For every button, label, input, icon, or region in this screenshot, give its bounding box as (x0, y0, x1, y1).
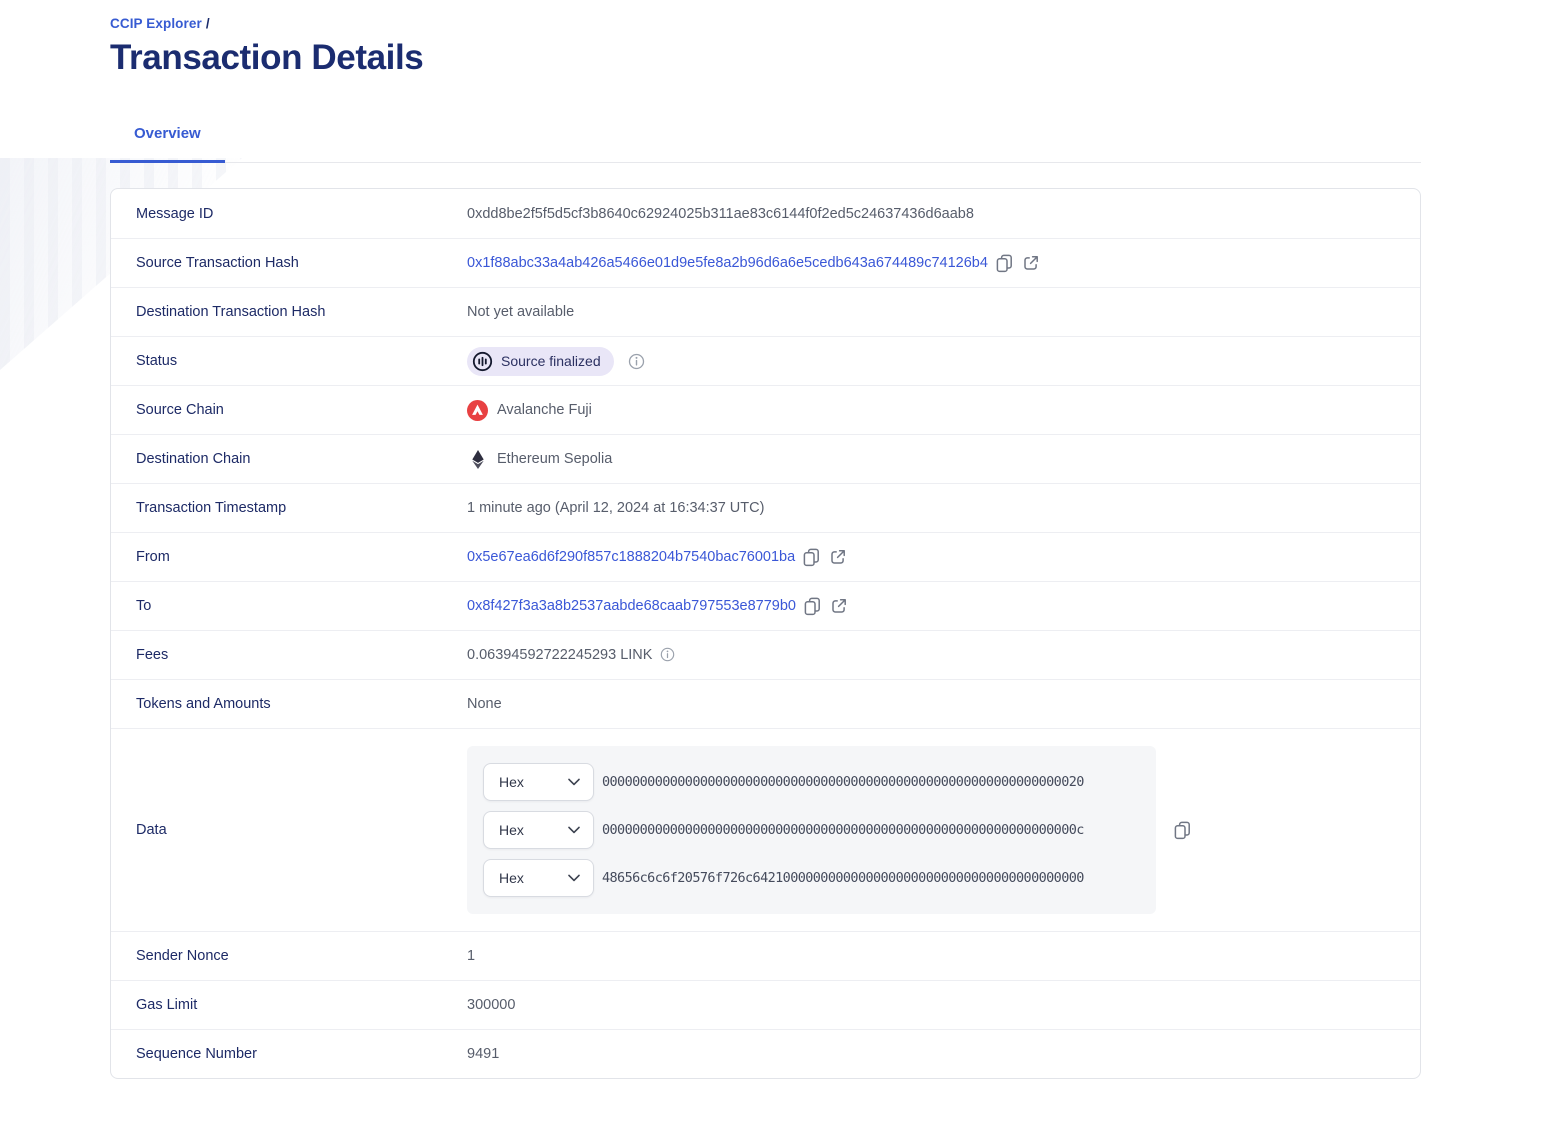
copy-icon[interactable] (1174, 821, 1191, 840)
row-sequence-number: Sequence Number 9491 (111, 1029, 1420, 1078)
fees-value: 0.06394592722245293 LINK (467, 647, 653, 663)
row-label: Sequence Number (136, 1046, 257, 1062)
hex-format-select-value: Hex (499, 774, 524, 790)
data-line: Hex 000000000000000000000000000000000000… (483, 763, 1140, 801)
status-badge-label: Source finalized (501, 353, 601, 369)
sender-nonce-value: 1 (467, 948, 476, 964)
chevron-down-icon (568, 874, 580, 882)
destination-transaction-hash-value: Not yet available (467, 304, 575, 320)
breadcrumb-link-ccip-explorer[interactable]: CCIP Explorer (110, 16, 202, 31)
row-destination-chain: Destination Chain Ethereum Sepolia (111, 434, 1420, 483)
tokens-and-amounts-value: None (467, 696, 502, 712)
copy-icon[interactable] (804, 597, 821, 616)
row-destination-transaction-hash: Destination Transaction Hash Not yet ava… (111, 287, 1420, 336)
row-data: Data Hex 0000000000000000000000000000000… (111, 728, 1420, 931)
external-link-icon[interactable] (1023, 255, 1039, 271)
breadcrumb-separator: / (205, 16, 210, 31)
row-gas-limit: Gas Limit 300000 (111, 980, 1420, 1029)
row-label: Data (136, 822, 167, 838)
hex-data-text: 0000000000000000000000000000000000000000… (602, 774, 1084, 790)
chevron-down-icon (568, 778, 580, 786)
row-label: Source Chain (136, 402, 224, 418)
row-label: Tokens and Amounts (136, 696, 271, 712)
external-link-icon[interactable] (830, 549, 846, 565)
source-transaction-hash-link[interactable]: 0x1f88abc33a4ab426a5466e01d9e5fe8a2b96d6… (467, 255, 988, 271)
info-icon[interactable] (628, 353, 645, 370)
row-label: Destination Transaction Hash (136, 304, 326, 320)
copy-icon[interactable] (996, 254, 1013, 273)
row-label: Status (136, 353, 178, 369)
hex-format-select-value: Hex (499, 870, 524, 886)
row-message-id: Message ID 0xdd8be2f5f5d5cf3b8640c629240… (111, 189, 1420, 238)
avalanche-icon (467, 399, 488, 421)
row-label: Sender Nonce (136, 948, 229, 964)
row-label: To (136, 598, 152, 614)
row-to: To 0x8f427f3a3a8b2537aabde68caab797553e8… (111, 581, 1420, 630)
breadcrumb: CCIP Explorer / (110, 16, 1421, 31)
row-label: Message ID (136, 205, 214, 222)
message-id-value: 0xdd8be2f5f5d5cf3b8640c62924025b311ae83c… (467, 205, 974, 222)
row-fees: Fees 0.06394592722245293 LINK (111, 630, 1420, 679)
row-label: Fees (136, 647, 169, 663)
hex-format-select-value: Hex (499, 822, 524, 838)
row-source-chain: Source Chain Avalanche Fuji (111, 385, 1420, 434)
from-address-link[interactable]: 0x5e67ea6d6f290f857c1888204b7540bac76001… (467, 549, 795, 565)
tab-overview[interactable]: Overview (110, 125, 225, 163)
row-from: From 0x5e67ea6d6f290f857c1888204b7540bac… (111, 532, 1420, 581)
row-label: Transaction Timestamp (136, 500, 287, 516)
row-label: From (136, 549, 170, 565)
row-transaction-timestamp: Transaction Timestamp 1 minute ago (Apri… (111, 483, 1420, 532)
external-link-icon[interactable] (831, 598, 847, 614)
chevron-down-icon (568, 826, 580, 834)
transaction-details-page: CCIP Explorer / Transaction Details Overv… (110, 0, 1421, 1079)
sequence-number-value: 9491 (467, 1046, 500, 1062)
destination-chain-name: Ethereum Sepolia (497, 451, 613, 467)
row-status: Status Source finalized (111, 336, 1420, 385)
ethereum-icon (467, 449, 488, 469)
row-label: Destination Chain (136, 451, 251, 467)
transaction-timestamp-value: 1 minute ago (April 12, 2024 at 16:34:37… (467, 500, 765, 516)
hex-format-select[interactable]: Hex (483, 811, 594, 849)
tab-bar: Overview (110, 125, 1421, 163)
transaction-details-card: Message ID 0xdd8be2f5f5d5cf3b8640c629240… (110, 188, 1421, 1079)
data-line: Hex 48656c6c6f20576f726c6421000000000000… (483, 859, 1140, 897)
hex-format-select[interactable]: Hex (483, 859, 594, 897)
hex-data-text: 0000000000000000000000000000000000000000… (602, 822, 1084, 838)
row-source-transaction-hash: Source Transaction Hash 0x1f88abc33a4ab4… (111, 238, 1420, 287)
gas-limit-value: 300000 (467, 997, 516, 1013)
page-title: Transaction Details (110, 38, 424, 77)
data-line: Hex 000000000000000000000000000000000000… (483, 811, 1140, 849)
status-badge: Source finalized (467, 346, 614, 376)
hex-data-text: 48656c6c6f20576f726c64210000000000000000… (602, 870, 1084, 886)
row-label: Gas Limit (136, 997, 198, 1013)
source-chain-name: Avalanche Fuji (497, 402, 592, 418)
info-icon[interactable] (660, 647, 675, 662)
hex-format-select[interactable]: Hex (483, 763, 594, 801)
row-tokens-and-amounts: Tokens and Amounts None (111, 679, 1420, 728)
copy-icon[interactable] (803, 548, 820, 567)
row-sender-nonce: Sender Nonce 1 (111, 931, 1420, 980)
to-address-link[interactable]: 0x8f427f3a3a8b2537aabde68caab797553e8779… (467, 598, 796, 614)
status-progress-icon (472, 351, 493, 372)
data-hex-box: Hex 000000000000000000000000000000000000… (467, 746, 1156, 914)
row-label: Source Transaction Hash (136, 255, 299, 271)
